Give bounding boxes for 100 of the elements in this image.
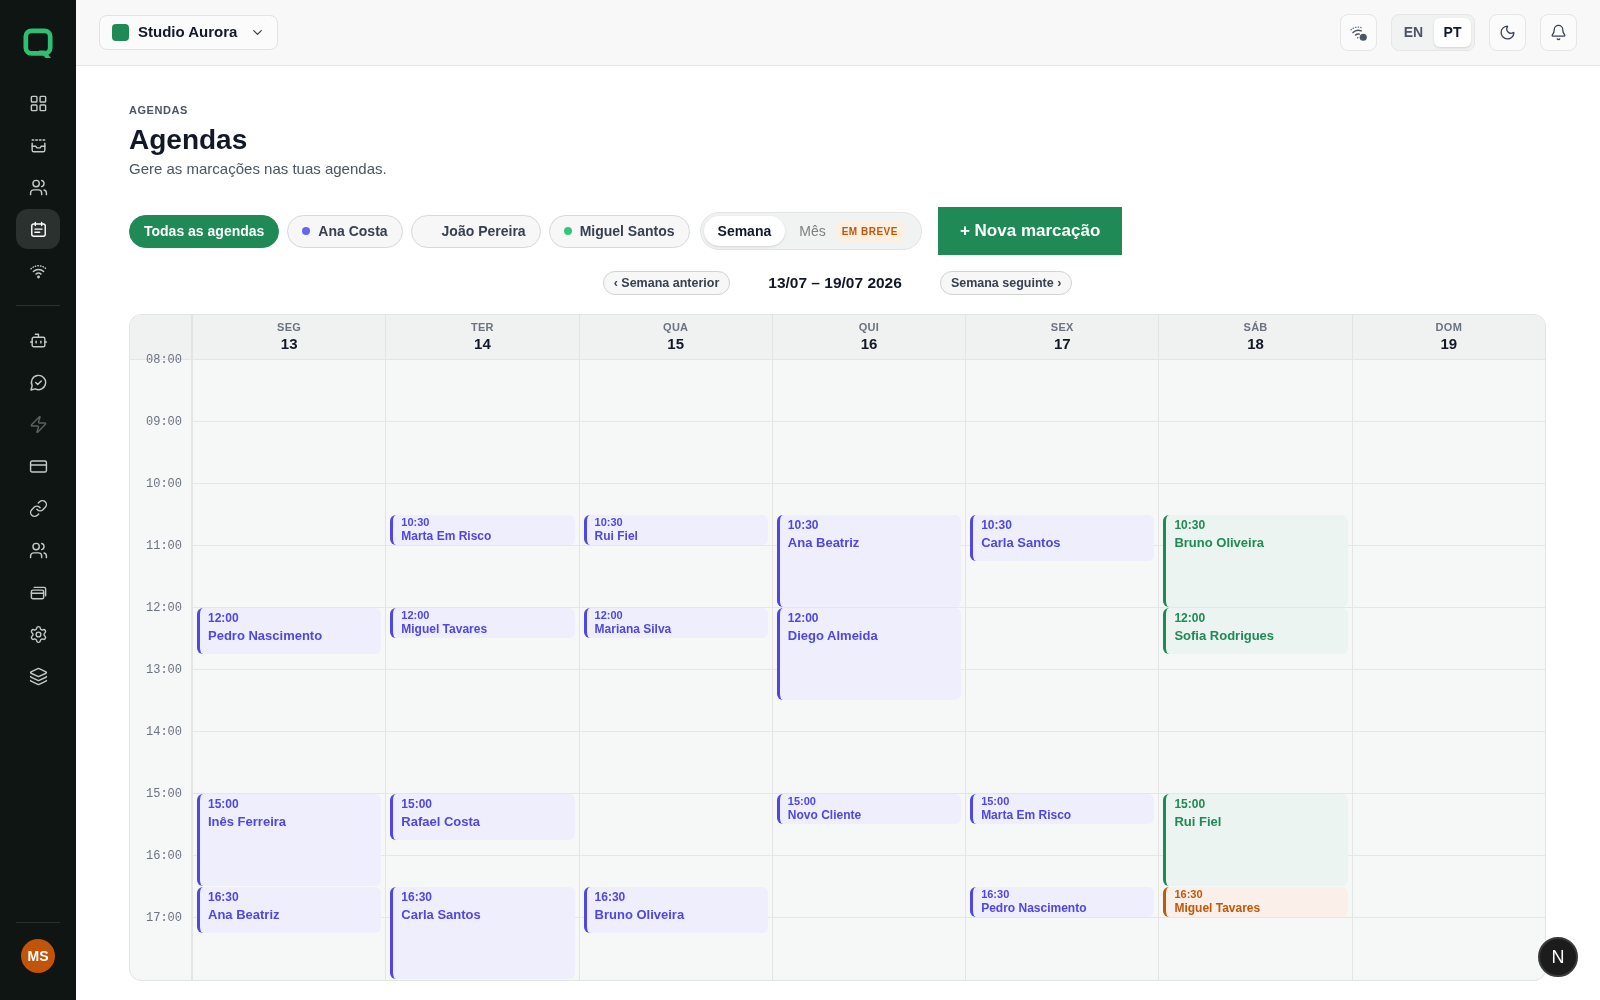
language-option[interactable]: EN [1395,18,1432,47]
appointment-card[interactable]: 10:30 Rui Fiel [583,515,768,545]
appointment-card[interactable]: 10:30 Bruno Oliveira [1163,515,1348,607]
agenda-filter-chip[interactable]: Miguel Santos [548,214,690,248]
appointment-time: 12:00 [1174,611,1207,626]
appointment-card[interactable]: 15:00 Rafael Costa [390,794,575,840]
appointment-card[interactable]: 12:00 Miguel Tavares [390,608,575,638]
wifi-status-icon [1349,23,1368,42]
appointment-client: Diego Almeida [787,627,879,644]
appointment-card[interactable]: 16:30 Carla Santos [390,887,575,979]
bell-icon [1550,24,1567,41]
appointment-client: Sofia Rodrigues [1174,627,1276,644]
weekday-label: SEX [1050,320,1074,334]
appointment-card[interactable]: 10:30 Carla Santos [970,515,1155,561]
appointment-time: 15:00 [1174,797,1207,812]
appointment-time: 12:00 [787,611,820,626]
weekday-label: QUI [858,320,880,334]
appointment-card[interactable]: 16:30 Miguel Tavares [1163,887,1348,917]
appointment-card[interactable]: 16:30 Bruno Oliveira [583,887,768,933]
user-avatar[interactable]: MS [21,939,55,973]
appointment-card[interactable]: 16:30 Ana Beatriz [197,887,382,933]
appointment-time: 10:30 [594,516,624,529]
connection-button[interactable] [1340,14,1377,51]
appointment-client: Carla Santos [981,534,1062,551]
appointment-time: 16:30 [401,890,433,905]
appointment-client: Inês Ferreira [208,813,288,830]
appointment-time: 16:30 [981,888,1011,901]
appointment-client: Rafael Costa [401,813,482,830]
hour-label: 11:00 [146,539,182,553]
week-range: 13/07 – 19/07 2026 [768,273,902,294]
hour-label: 14:00 [146,725,182,739]
appointment-card[interactable]: 16:30 Pedro Nascimento [970,887,1155,917]
notifications-button[interactable] [1540,14,1577,51]
appointment-client: Ana Beatriz [208,906,281,923]
logo-icon [23,28,53,60]
day-number: 19 [1440,334,1458,353]
appointment-card[interactable]: 10:30 Ana Beatriz [776,515,962,607]
weekday-label: DOM [1435,320,1463,334]
appointment-card[interactable]: 15:00 Novo Cliente [776,794,962,824]
appointment-client: Novo Cliente [787,808,863,823]
breadcrumb-label: AGENDAS [129,103,189,117]
agenda-filter-chip[interactable]: Todas as agendas [129,214,280,248]
appointment-card[interactable]: 12:00 Mariana Silva [583,608,768,638]
appointment-time: 16:30 [208,890,240,905]
appointment-card[interactable]: 15:00 Inês Ferreira [197,794,382,886]
previous-week-button[interactable]: ‹ Semana anterior [602,271,731,295]
appointment-card[interactable]: 12:00 Pedro Nascimento [197,608,382,654]
appointment-card[interactable]: 15:00 Rui Fiel [1163,794,1348,886]
day-number: 14 [474,334,491,353]
appointment-time: 16:30 [1174,888,1204,901]
appointment-client: Pedro Nascimento [208,627,324,644]
appointment-client: Mariana Silva [594,622,673,637]
weekday-label: SÁB [1243,320,1268,334]
agenda-filter-chip[interactable]: João Pereira [410,214,541,248]
appointment-time: 16:30 [594,890,627,905]
hour-label: 12:00 [146,601,182,615]
appointment-client: Miguel Tavares [1174,901,1262,916]
theme-button[interactable] [1489,14,1526,51]
appointment-time: 10:30 [1174,518,1207,533]
appointment-client: Pedro Nascimento [981,901,1088,916]
day-number: 15 [667,334,685,353]
people-icon [28,177,48,197]
appointment-card[interactable]: 12:00 Sofia Rodrigues [1163,608,1348,654]
day-number: 16 [860,334,878,353]
day-number: 13 [280,334,298,353]
appointment-time: 12:00 [208,611,240,626]
new-appointment-button[interactable]: + Nova marcação [937,207,1123,255]
workspace-switcher[interactable]: Studio Aurora [99,15,279,50]
next-week-button[interactable]: Semana seguinte › [939,271,1073,295]
day-number: 18 [1247,334,1264,353]
appointment-card[interactable]: 10:30 Marta Em Risco [390,515,575,545]
appointment-time: 15:00 [981,795,1011,808]
page-subtitle: Gere as marcações nas tuas agendas. [129,159,388,179]
appointment-client: Bruno Oliveira [594,906,686,923]
appointment-client: Carla Santos [401,906,482,923]
appointment-client: Marta Em Risco [981,808,1073,823]
grid-icon [28,93,48,113]
appointment-time: 15:00 [208,797,240,812]
weekday-label: SEG [277,320,302,334]
hour-label: 13:00 [146,663,182,677]
sidebar-item[interactable] [16,209,60,249]
appointment-time: 12:00 [401,609,431,622]
coming-soon-badge: EM BREVE [835,221,904,241]
hour-label: 09:00 [146,415,182,429]
appointment-time: 15:00 [787,795,817,808]
appointment-client: Miguel Tavares [401,622,489,637]
appointment-client: Marta Em Risco [401,529,493,544]
appointment-card[interactable]: 12:00 Diego Almeida [776,608,962,700]
agenda-filter-chip[interactable]: Ana Costa [287,214,403,248]
appointment-card[interactable]: 15:00 Marta Em Risco [970,794,1155,824]
appointment-time: 10:30 [787,518,820,533]
dev-tools-badge[interactable]: N [1538,937,1578,977]
weekday-label: TER [471,320,494,334]
language-option[interactable]: PT [1434,18,1471,47]
appointment-client: Rui Fiel [1174,813,1223,830]
calendar-icon [28,219,48,239]
appointment-time: 10:30 [401,516,431,529]
view-tab[interactable]: Semana [703,216,786,246]
workspace-swatch-icon [112,24,129,41]
appointment-time: 10:30 [981,518,1013,533]
